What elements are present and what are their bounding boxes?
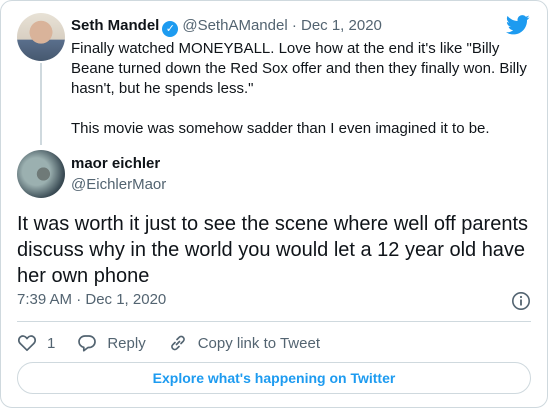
embedded-tweet-card: Seth Mandel ✓ @SethAMandel · Dec 1, 2020 F… [0,0,548,408]
tweet-author-name[interactable]: maor eichler [71,154,160,174]
tweet-timestamp[interactable]: 7:39 AM · Dec 1, 2020 [17,290,166,310]
heart-icon [17,335,37,352]
twitter-bird-icon[interactable] [506,15,530,35]
tweet-author-handle[interactable]: @EichlerMaor [71,175,166,195]
like-button[interactable]: 1 [17,333,55,353]
divider [17,321,531,322]
parent-author-name[interactable]: Seth Mandel [71,17,159,34]
parent-tweet-paragraph: Finally watched MONEYBALL. Love how at t… [71,40,527,97]
parent-tweet-header: Seth Mandel ✓ @SethAMandel · Dec 1, 2020 [71,16,382,37]
parent-author-handle[interactable]: @SethAMandel [182,17,287,34]
thread-connector-line [40,63,42,145]
tweet-author-avatar[interactable] [17,150,65,198]
explore-twitter-button[interactable]: Explore what's happening on Twitter [17,362,531,394]
header-separator: · [291,17,297,34]
info-icon[interactable] [511,291,531,311]
verified-badge-icon: ✓ [162,21,179,37]
reply-icon [78,335,97,352]
parent-author-avatar[interactable] [17,13,65,61]
parent-tweet-paragraph: This movie was somehow sadder than I eve… [71,120,490,137]
reply-label: Reply [107,334,146,352]
like-count: 1 [47,334,56,352]
parent-tweet-text: Finally watched MONEYBALL. Love how at t… [71,39,537,139]
tweet-actions: 1 Reply Copy link to Tweet [17,332,342,354]
parent-tweet-date[interactable]: Dec 1, 2020 [301,17,382,34]
link-icon [170,335,185,351]
tweet-text: It was worth it just to see the scene wh… [17,213,528,287]
tweet-author[interactable]: maor eichler @EichlerMaor [17,150,537,200]
reply-button[interactable]: Reply [77,333,146,353]
copy-link-button[interactable]: Copy link to Tweet [168,333,320,353]
copy-link-label: Copy link to Tweet [197,334,320,352]
